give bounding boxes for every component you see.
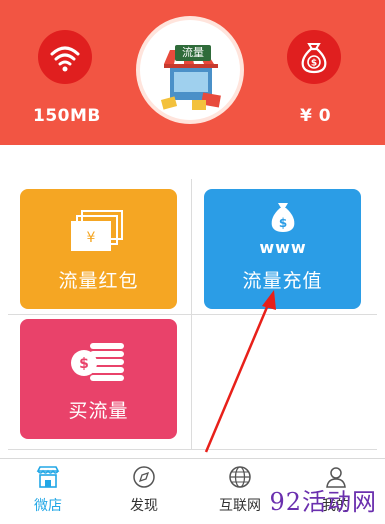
grid-divider <box>8 314 377 315</box>
watermark: 92活动网 <box>269 488 377 516</box>
wifi-icon[interactable] <box>38 30 92 84</box>
header: 150MB 流量 $ ¥ 0 <box>0 0 385 145</box>
spacer <box>0 145 385 171</box>
store-sign: 流量 <box>175 45 211 61</box>
compass-icon <box>133 466 155 488</box>
grid-divider <box>8 449 377 450</box>
shop-icon <box>36 466 60 488</box>
svg-text:www: www <box>259 238 306 257</box>
coin-stack-icon: $ <box>71 343 124 381</box>
red-envelope-icon: ¥ <box>71 210 123 251</box>
feature-grid: ¥ 流量红包 $ www 流量充值 $ 买流量 <box>0 171 385 458</box>
tab-discover[interactable]: 发现 <box>96 459 192 519</box>
tile-label: 买流量 <box>68 400 129 422</box>
grid-divider <box>191 179 192 449</box>
tab-label: 微店 <box>34 498 62 514</box>
tab-shop[interactable]: 微店 <box>0 459 96 519</box>
traffic-value: 150MB <box>33 106 101 126</box>
tile-buy-traffic[interactable]: $ 买流量 <box>20 319 177 439</box>
svg-text:$: $ <box>79 356 89 372</box>
tile-red-envelope[interactable]: ¥ 流量红包 <box>20 189 177 309</box>
tile-label: 流量红包 <box>58 270 139 292</box>
svg-text:$: $ <box>311 59 317 69</box>
store-icon <box>160 50 221 110</box>
svg-text:$: $ <box>279 216 287 230</box>
tile-recharge[interactable]: $ www 流量充值 <box>204 189 361 309</box>
store-avatar[interactable]: 流量 <box>136 16 244 124</box>
balance-value: ¥ 0 <box>300 106 332 126</box>
www-money-bag-icon: $ www <box>259 203 306 257</box>
tile-label: 流量充值 <box>242 270 323 292</box>
tab-label: 发现 <box>130 498 158 514</box>
money-bag-icon[interactable]: $ <box>287 30 341 84</box>
svg-text:¥: ¥ <box>87 230 96 246</box>
globe-icon <box>229 466 251 488</box>
